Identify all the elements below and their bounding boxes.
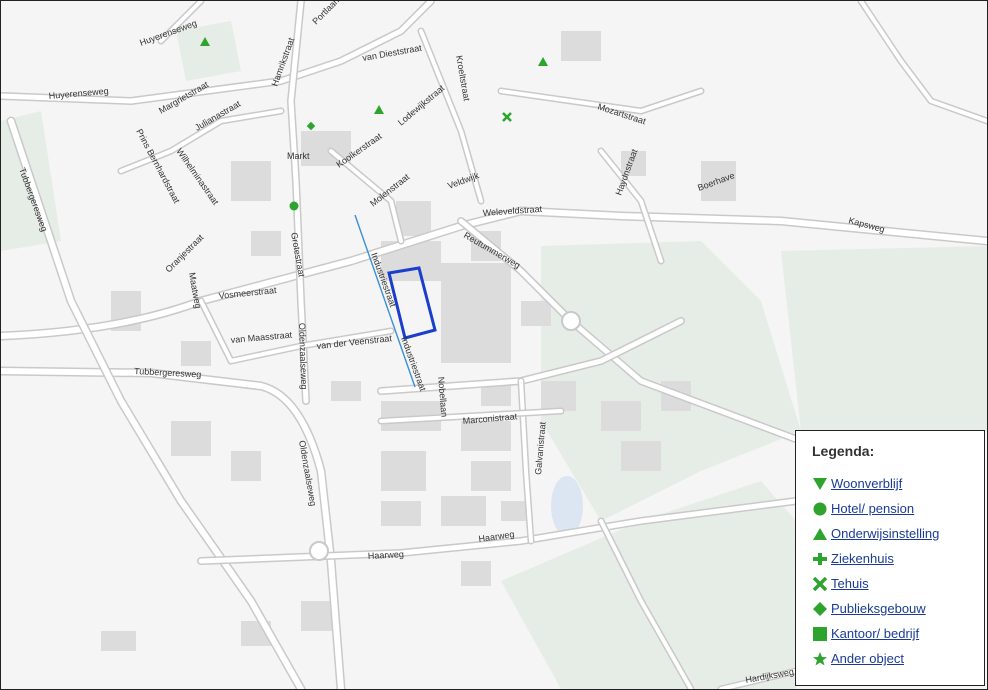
street-label: Kroeltstraat xyxy=(454,55,472,103)
street-label: Tubbergeresweg xyxy=(134,366,202,380)
street-label: Haarweg xyxy=(368,549,405,561)
legend-panel: Legenda: Woonverblijf Hotel/ pension Ond… xyxy=(795,430,985,686)
legend-item-onderwijsinstelling: Onderwijsinstelling xyxy=(812,521,972,546)
hotel-pension-marker[interactable] xyxy=(289,201,299,211)
tehuis-marker[interactable] xyxy=(502,112,512,122)
legend-title: Legenda: xyxy=(812,443,875,459)
plus-icon xyxy=(813,552,827,565)
street-label: Grotestraat xyxy=(289,232,307,279)
square-icon xyxy=(813,626,827,641)
legend-link-woonverblijf[interactable]: Woonverblijf xyxy=(831,476,902,491)
circle-icon xyxy=(813,502,827,515)
street-label: Lodewijkstraat xyxy=(396,83,447,128)
legend-item-kantoor-bedrijf: Kantoor/ bedrijf xyxy=(812,621,972,646)
triangle-up-icon xyxy=(813,527,827,540)
street-label: van Maasstraat xyxy=(230,330,293,345)
street-label: Portlaan xyxy=(310,1,341,26)
legend-item-ander-object: Ander object xyxy=(812,646,972,671)
street-label: Vosmeerstraat xyxy=(218,285,277,301)
publieksgebouw-marker[interactable] xyxy=(306,121,316,131)
legend-link-onderwijsinstelling[interactable]: Onderwijsinstelling xyxy=(831,526,939,541)
legend-link-ander-object[interactable]: Ander object xyxy=(831,651,904,666)
legend-link-hotel-pension[interactable]: Hotel/ pension xyxy=(831,501,914,516)
street-label: Galvanistraat xyxy=(533,421,548,475)
cross-icon xyxy=(812,576,828,591)
onderwijsinstelling-marker[interactable] xyxy=(538,57,548,66)
diamond-icon xyxy=(813,601,827,616)
street-label: Oldenzaalseweg xyxy=(297,323,309,390)
legend-link-ziekenhuis[interactable]: Ziekenhuis xyxy=(831,551,894,566)
star-icon xyxy=(813,651,827,665)
legend-item-hotel-pension: Hotel/ pension xyxy=(812,496,972,521)
legend-item-tehuis: Tehuis xyxy=(812,571,972,596)
legend-item-woonverblijf: Woonverblijf xyxy=(812,471,972,496)
legend-link-publieksgebouw[interactable]: Publieksgebouw xyxy=(831,601,926,616)
legend-item-publieksgebouw: Publieksgebouw xyxy=(812,596,972,621)
legend-link-kantoor-bedrijf[interactable]: Kantoor/ bedrijf xyxy=(831,626,919,641)
legend-item-ziekenhuis: Ziekenhuis xyxy=(812,546,972,571)
legend-link-tehuis[interactable]: Tehuis xyxy=(831,576,869,591)
onderwijsinstelling-marker[interactable] xyxy=(374,105,384,114)
street-label: Oranjestraat xyxy=(163,232,205,274)
triangle-down-icon xyxy=(813,477,827,490)
street-label: Markt xyxy=(287,151,310,161)
